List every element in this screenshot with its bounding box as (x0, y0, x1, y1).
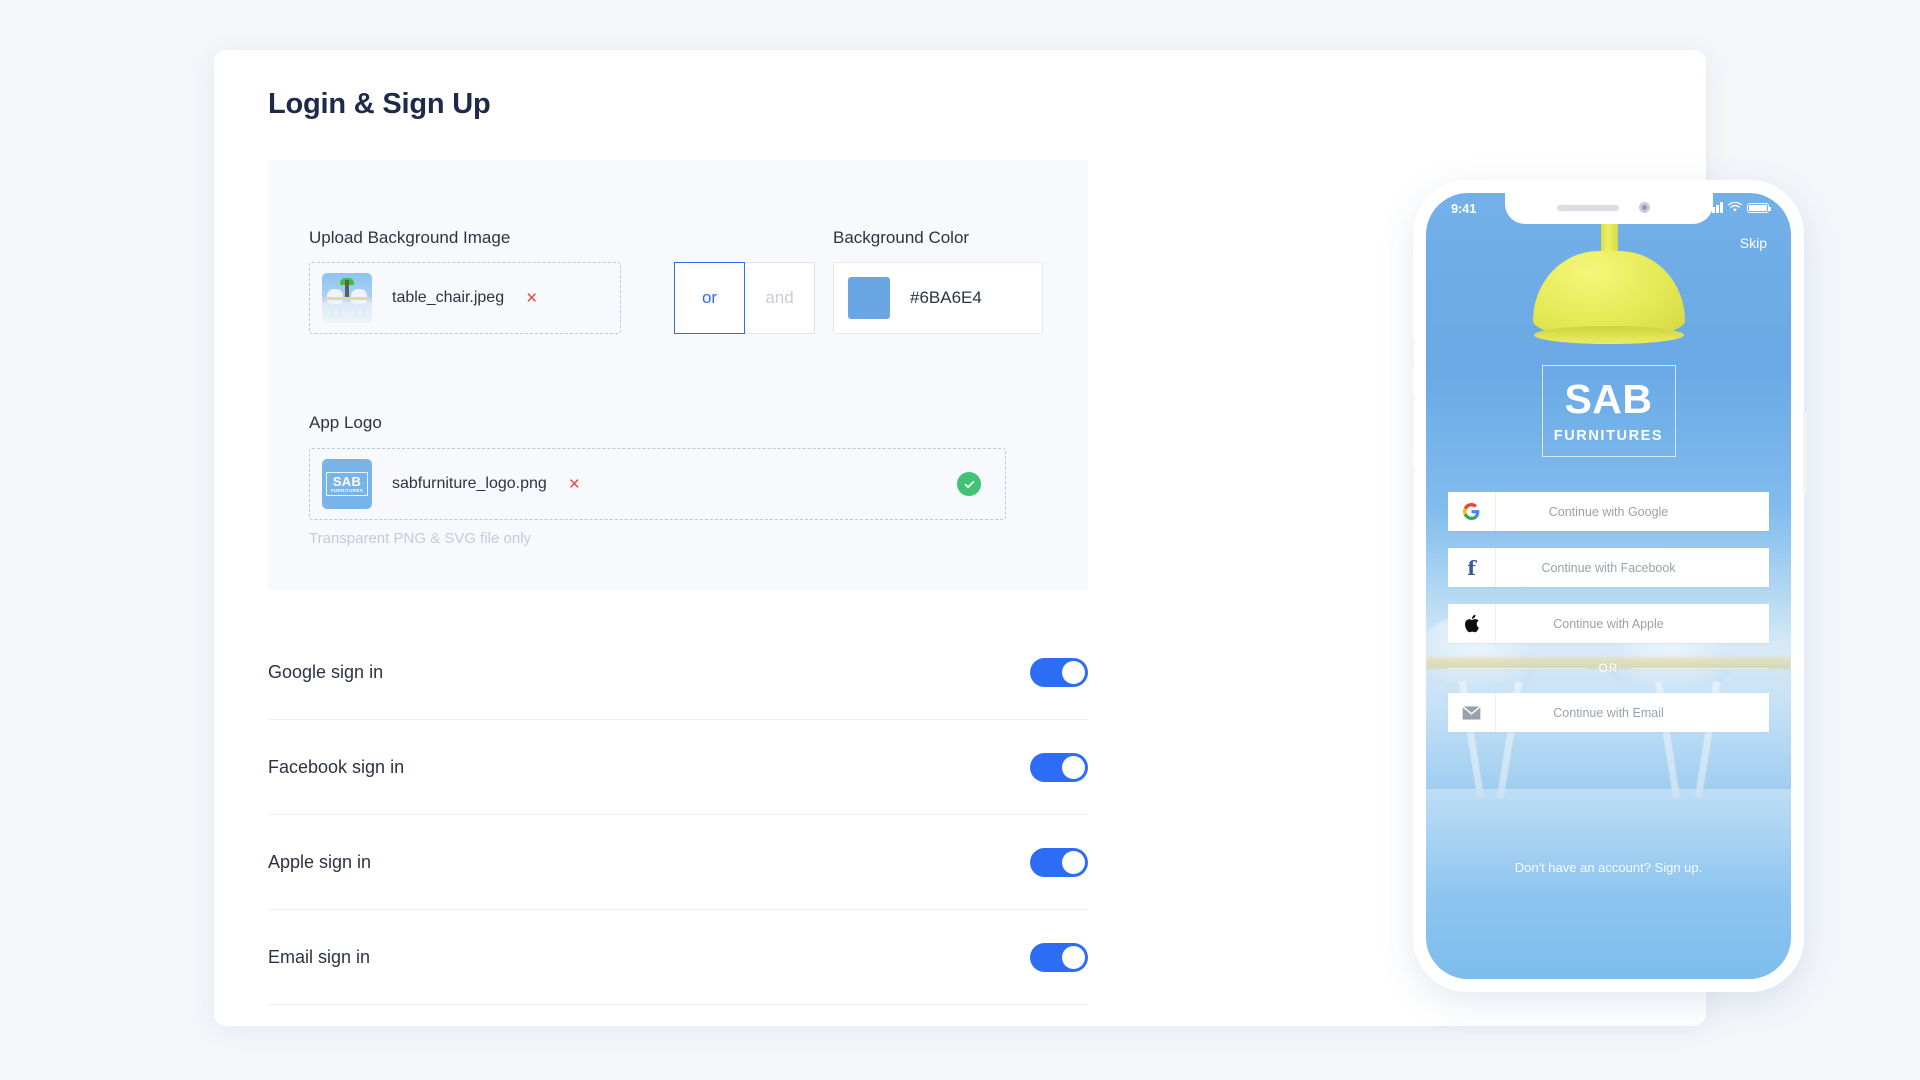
phone-preview-mockup: 9:41 Skip SAB FURNITURES Continue with G… (1410, 180, 1807, 992)
divider-line-right (1631, 668, 1769, 669)
continue-with-google-button[interactable]: Continue with Google (1448, 492, 1769, 531)
brand-name: SAB (1564, 375, 1653, 422)
google-icon (1448, 492, 1496, 531)
toggle-row-facebook-sign-in: Facebook sign in (268, 720, 1088, 815)
or-divider-label: OR (1598, 662, 1619, 675)
toggle-switch-apple-sign-in[interactable] (1030, 847, 1088, 877)
signup-prompt-link[interactable]: Don't have an account? Sign up. (1426, 860, 1791, 875)
app-root: Login & Sign Up Upload Background Image … (0, 0, 1920, 1080)
front-camera-icon (1638, 202, 1650, 213)
skip-button[interactable]: Skip (1740, 235, 1767, 251)
facebook-icon: f (1448, 548, 1496, 587)
continue-with-facebook-button[interactable]: f Continue with Facebook (1448, 548, 1769, 587)
upload-background-image-label: Upload Background Image (309, 228, 511, 247)
page-title: Login & Sign Up (268, 88, 491, 120)
wifi-icon (1728, 202, 1742, 212)
status-bar-time: 9:41 (1451, 201, 1477, 216)
toggle-label-google-sign-in: Google sign in (268, 661, 384, 682)
app-logo-thumbnail: SAB FURNITURES (322, 459, 372, 509)
background-color-picker[interactable]: #6BA6E4 (833, 262, 1043, 334)
phone-screen: 9:41 Skip SAB FURNITURES Continue with G… (1426, 193, 1791, 979)
app-logo-file-name: sabfurniture_logo.png (392, 475, 547, 492)
toggle-label-facebook-sign-in: Facebook sign in (268, 756, 405, 777)
lamp-mouth-graphic (1533, 326, 1684, 344)
background-image-dropzone[interactable]: table_chair.jpeg × (309, 262, 621, 334)
toggle-knob (1062, 660, 1085, 684)
app-logo-thumb-brand: SAB (332, 473, 362, 489)
continue-with-email-label: Continue with Email (1553, 705, 1664, 720)
sign-in-toggle-list: Google sign in Facebook sign in Apple si… (268, 625, 1088, 1005)
divider-line-left (1448, 668, 1586, 669)
check-circle-icon (957, 472, 981, 496)
toggle-switch-email-sign-in[interactable] (1030, 942, 1088, 972)
app-logo-label: App Logo (309, 413, 382, 432)
settings-card: Login & Sign Up Upload Background Image … (214, 50, 1807, 1026)
toggle-label-apple-sign-in: Apple sign in (268, 851, 372, 872)
email-icon (1448, 693, 1496, 732)
continue-with-facebook-label: Continue with Facebook (1541, 560, 1676, 575)
toggle-row-apple-sign-in: Apple sign in (268, 815, 1088, 910)
background-color-value: #6BA6E4 (910, 288, 982, 307)
toggle-row-google-sign-in: Google sign in (268, 625, 1088, 720)
toggle-knob (1062, 945, 1085, 969)
continue-with-email-button[interactable]: Continue with Email (1448, 693, 1769, 732)
background-image-thumbnail (322, 273, 372, 323)
background-image-file-name: table_chair.jpeg (392, 289, 505, 306)
status-bar-icons (1708, 202, 1772, 213)
phone-mute-button (1410, 338, 1414, 368)
background-color-label: Background Color (833, 228, 970, 247)
brand-tagline: FURNITURES (1553, 427, 1664, 444)
apple-icon (1448, 604, 1496, 643)
or-divider: OR (1448, 660, 1769, 677)
continue-with-apple-button[interactable]: Continue with Apple (1448, 604, 1769, 643)
continue-with-apple-label: Continue with Apple (1553, 616, 1664, 631)
upload-settings-panel: Upload Background Image table_chair.jpeg… (268, 160, 1088, 590)
app-logo-dropzone[interactable]: SAB FURNITURES sabfurniture_logo.png × (309, 448, 1006, 520)
lamp-shade-graphic (1532, 251, 1685, 337)
phone-notch (1504, 193, 1713, 224)
toggle-switch-facebook-sign-in[interactable] (1030, 752, 1088, 782)
conjunction-option-and[interactable]: and (744, 262, 815, 334)
toggle-knob (1062, 850, 1085, 874)
app-logo-thumb-tagline: FURNITURES (330, 488, 364, 494)
remove-background-image-icon[interactable]: × (526, 289, 537, 308)
phone-volume-up-button (1410, 394, 1414, 450)
background-color-swatch[interactable] (848, 277, 890, 319)
app-brand-mark: SAB FURNITURES (1541, 365, 1676, 457)
earpiece-speaker (1556, 205, 1619, 211)
toggle-switch-google-sign-in[interactable] (1030, 657, 1088, 687)
toggle-label-email-sign-in: Email sign in (268, 946, 371, 967)
battery-icon (1747, 202, 1772, 213)
auth-buttons-list: Continue with Google f Continue with Fac… (1448, 492, 1769, 749)
toggle-row-email-sign-in: Email sign in (268, 910, 1088, 1005)
phone-power-button (1803, 412, 1807, 494)
remove-app-logo-icon[interactable]: × (569, 475, 580, 494)
app-logo-helper-text: Transparent PNG & SVG file only (309, 530, 532, 547)
phone-volume-down-button (1410, 466, 1414, 522)
toggle-knob (1062, 755, 1085, 779)
conjunction-option-or[interactable]: or (674, 262, 745, 334)
continue-with-google-label: Continue with Google (1548, 504, 1669, 519)
conjunction-toggle-group[interactable]: or and (674, 262, 815, 334)
